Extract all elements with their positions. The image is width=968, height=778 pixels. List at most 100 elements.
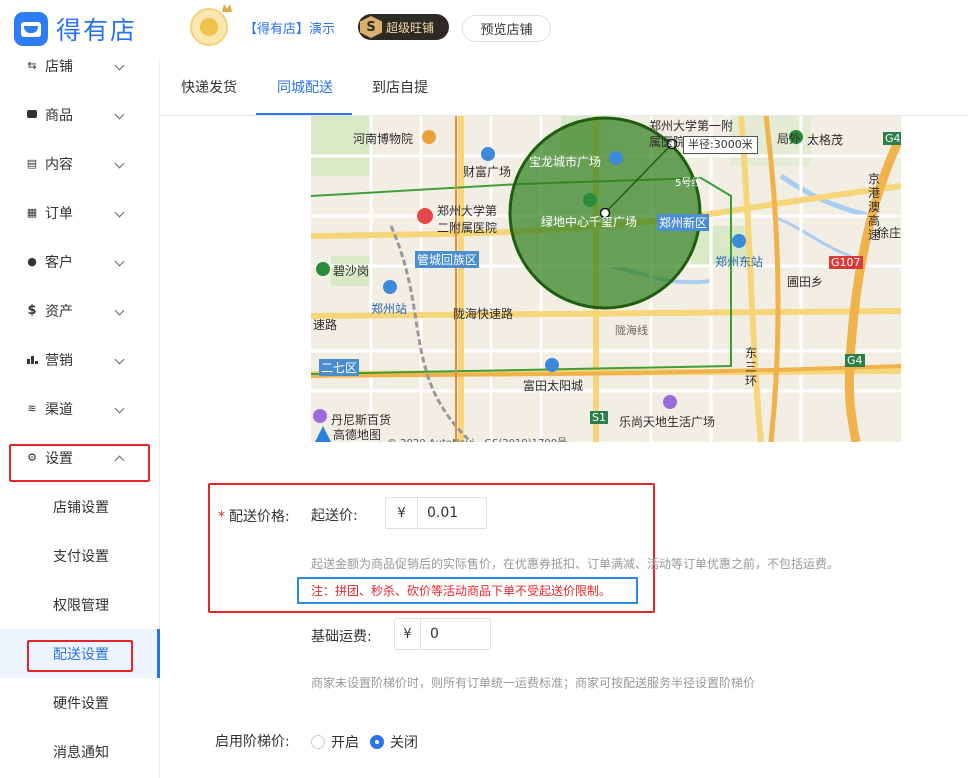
map-label-univ2b: 二附属医院: [437, 221, 498, 235]
sidebar-sub-store-settings[interactable]: 店铺设置: [0, 482, 159, 531]
tier-on-radio[interactable]: 开启: [311, 732, 359, 752]
active-tab-underline: [256, 113, 352, 115]
map-label-leshang: 乐尚天地生活广场: [619, 415, 716, 429]
chevron-down-icon: [114, 60, 125, 71]
content-icon: ▤: [26, 156, 38, 170]
goods-icon: [26, 109, 38, 121]
sidebar-item-store[interactable]: ⇆ 店铺: [0, 41, 159, 90]
currency-prefix: ¥: [386, 498, 418, 528]
map-label-dongsan: 东三环: [745, 346, 758, 388]
sidebar-sub-notifications[interactable]: 消息通知: [0, 727, 159, 776]
map-label-longhai-line: 陇海线: [615, 324, 648, 337]
sidebar-sub-label: 支付设置: [53, 548, 109, 565]
start-price-input[interactable]: ¥ 0.01: [385, 497, 487, 529]
tab-city-delivery[interactable]: 同城配送: [277, 58, 333, 116]
sidebar-item-marketing[interactable]: 营销: [0, 335, 159, 384]
currency-prefix: ¥: [395, 619, 421, 649]
sidebar-item-goods[interactable]: 商品: [0, 90, 159, 139]
chevron-up-icon: [114, 455, 125, 465]
activity-note: 注：拼团、秒杀、砍价等活动商品下单不受起送价限制。: [297, 577, 638, 604]
gear-icon: ⚙: [27, 450, 37, 464]
tier-off-label: 关闭: [390, 735, 418, 751]
map-label-putian: 圃田乡: [787, 275, 824, 289]
sidebar-item-label: 内容: [45, 156, 73, 173]
map-road-g4-top: G4: [883, 132, 901, 145]
base-fee-label: 基础运费:: [311, 629, 372, 645]
base-fee-value[interactable]: 0: [421, 626, 439, 642]
sidebar-sub-label: 配送设置: [53, 646, 109, 663]
radio-checked-icon[interactable]: [370, 735, 384, 749]
sidebar-item-content[interactable]: ▤ 内容: [0, 139, 159, 188]
map-label-univ1b: 属医院: [649, 135, 686, 149]
sidebar-item-label: 资产: [45, 303, 73, 320]
start-price-value[interactable]: 0.01: [418, 505, 458, 521]
sidebar-sub-label: 权限管理: [53, 597, 109, 614]
sidebar-item-label: 客户: [45, 254, 73, 271]
map-label-fuxin: 富田太阳城: [523, 379, 584, 393]
map-label-bishagang: 碧沙岗: [333, 264, 370, 278]
preview-store-button[interactable]: 预览店铺: [462, 15, 551, 42]
delivery-map[interactable]: 河南博物院 郑州大学第一附 属医院 财富广场 宝龙城市广场 郑州大学第 二附属医…: [311, 116, 901, 442]
layers-icon: ≋: [27, 401, 37, 415]
map-label-longhai: 陇海快速路: [453, 307, 514, 321]
base-fee-hint: 商家未设置阶梯价时，则所有订单统一运费标准；商家可按配送服务半径设置阶梯价: [311, 676, 756, 690]
delivery-tabs: 快递发货 同城配送 到店自提: [160, 58, 968, 116]
sidebar-item-settings[interactable]: ⚙ 设置: [0, 433, 159, 482]
map-label-jinggang: 京港澳高速: [868, 172, 881, 242]
map-label-caifu: 财富广场: [463, 165, 512, 179]
sidebar-sub-payment-settings[interactable]: 支付设置: [0, 531, 159, 580]
map-road-s1: S1: [590, 411, 608, 424]
sidebar-item-customer[interactable]: ● 客户: [0, 237, 159, 286]
chevron-down-icon: [114, 305, 125, 316]
chevron-down-icon: [114, 158, 125, 169]
map-label-sudu: 速路: [313, 318, 338, 332]
sidebar-sub-delivery-settings[interactable]: 配送设置: [0, 629, 160, 678]
sidebar-item-label: 订单: [45, 205, 73, 222]
tab-self-pickup[interactable]: 到店自提: [372, 58, 428, 116]
map-label-taigecheng: 太格茂: [807, 133, 844, 147]
chevron-down-icon: [114, 256, 125, 267]
sidebar-item-label: 店铺: [45, 58, 73, 75]
map-label-univ1: 郑州大学第一附: [649, 119, 734, 133]
map-label-zz-station: 郑州站: [371, 302, 408, 316]
sidebar-item-label: 商品: [45, 107, 73, 124]
shop-avatar[interactable]: [190, 8, 228, 46]
chevron-down-icon: [114, 354, 125, 365]
chevron-down-icon: [114, 403, 125, 414]
radio-unchecked-icon[interactable]: [311, 735, 325, 749]
map-label-baolong: 宝龙城市广场: [529, 155, 602, 169]
shop-name[interactable]: 【得有店】演示: [244, 18, 335, 37]
badge-text: 超级旺铺: [386, 20, 435, 35]
map-label-gaode: 高德地图: [333, 428, 382, 442]
sidebar-item-assets[interactable]: $ 资产: [0, 286, 159, 335]
required-asterisk: *: [218, 509, 225, 525]
order-icon: ▦: [26, 205, 38, 219]
tab-express[interactable]: 快递发货: [181, 58, 237, 116]
map-district-zhengdong: 郑州新区: [657, 214, 710, 231]
sidebar-item-order[interactable]: ▦ 订单: [0, 188, 159, 237]
sidebar-sub-hardware-settings[interactable]: 硬件设置: [0, 678, 159, 727]
base-fee-input[interactable]: ¥ 0: [394, 618, 491, 650]
map-label-east-station: 郑州东站: [715, 255, 764, 269]
map-road-g4-bottom: G4: [845, 354, 865, 367]
store-icon: ⇆: [27, 58, 37, 72]
map-label-museum: 河南博物院: [353, 132, 414, 146]
map-label-line5: 5号线: [675, 178, 702, 189]
delivery-price-label: * 配送价格:: [218, 506, 290, 526]
sidebar-sub-permissions[interactable]: 权限管理: [0, 580, 159, 629]
badge-s-icon: S: [360, 16, 382, 38]
map-district-erqi: 二七区: [319, 359, 360, 376]
radius-label: 半径:3000米: [683, 136, 758, 154]
sidebar-item-label: 渠道: [45, 401, 73, 418]
start-price-label: 起送价:: [311, 508, 358, 524]
tier-on-label: 开启: [331, 735, 359, 751]
delivery-price-label-text: 配送价格:: [229, 509, 290, 525]
sidebar: ⇆ 店铺 商品 ▤ 内容 ▦ 订单 ● 客户 $ 资产 营销 ≋ 渠道 ⚙ 设置: [0, 58, 160, 778]
sidebar-sub-label: 店铺设置: [53, 499, 109, 516]
bar-chart-icon: [26, 353, 38, 366]
tier-off-radio[interactable]: 关闭: [370, 732, 418, 752]
map-label-juwai: 局外: [777, 132, 802, 146]
start-price-hint: 起送金额为商品促销后的实际售价，在优惠券抵扣、订单满减、活动等订单优惠之前，不包…: [311, 557, 840, 571]
sidebar-item-channel[interactable]: ≋ 渠道: [0, 384, 159, 433]
map-label-univ2: 郑州大学第: [437, 204, 498, 218]
